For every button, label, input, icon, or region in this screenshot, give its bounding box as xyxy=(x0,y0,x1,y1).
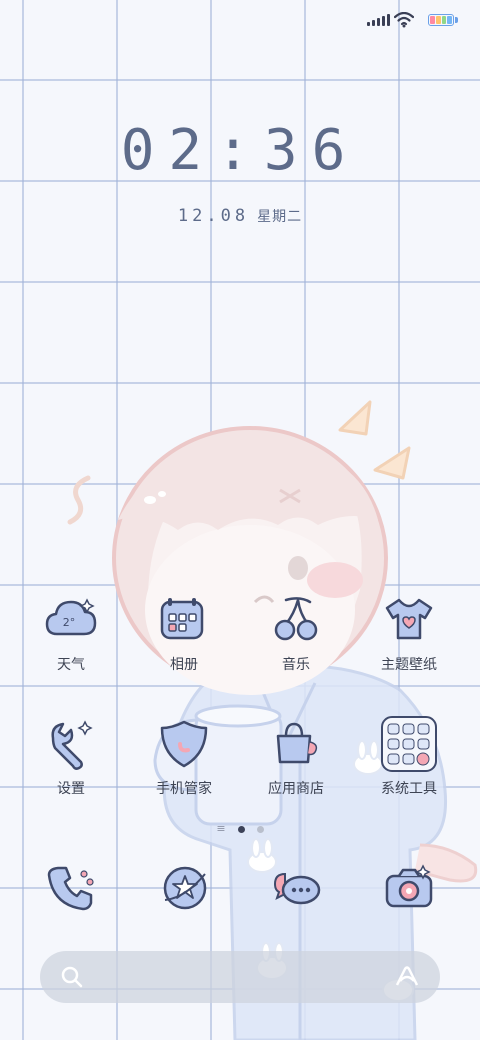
search-bar[interactable] xyxy=(40,951,440,1003)
app-gallery[interactable]: 相册 xyxy=(134,592,234,674)
music-cherry-icon xyxy=(274,597,318,641)
app-phone-manager[interactable]: 手机管家 xyxy=(134,716,234,798)
app-label: 设置 xyxy=(57,781,85,797)
app-label: 天气 xyxy=(57,657,85,673)
app-label: 相册 xyxy=(170,657,198,673)
page-dot[interactable] xyxy=(256,825,264,833)
battery-tip xyxy=(455,17,458,23)
assistant-icon[interactable] xyxy=(394,965,420,989)
app-label: 手机管家 xyxy=(156,781,212,797)
app-system-tools-folder[interactable]: 系统工具 xyxy=(359,716,459,798)
weekday-text: 星期二 xyxy=(257,209,303,225)
theme-shirt-icon xyxy=(385,598,433,640)
signal-bars-icon xyxy=(367,14,390,26)
settings-wrench-icon xyxy=(51,720,93,770)
security-shield-icon xyxy=(160,720,208,768)
app-store[interactable]: 应用商店 xyxy=(246,716,346,798)
battery-icon xyxy=(428,14,454,26)
app-music[interactable]: 音乐 xyxy=(246,592,346,674)
weather-temp: 2° xyxy=(63,616,76,629)
clock-date[interactable]: 12.08 星期二 xyxy=(0,206,480,226)
wifi-icon xyxy=(394,12,414,28)
app-store-bag-icon xyxy=(276,722,318,764)
app-theme[interactable]: 主题壁纸 xyxy=(359,592,459,674)
dock-phone[interactable] xyxy=(37,860,107,920)
dock-browser[interactable] xyxy=(150,860,220,920)
status-bar xyxy=(0,0,480,40)
dock-camera[interactable] xyxy=(374,860,444,920)
app-weather[interactable]: 2° 天气 xyxy=(21,592,121,674)
app-label: 音乐 xyxy=(282,657,310,673)
page-indicator[interactable]: ≡ xyxy=(0,823,480,834)
messages-icon xyxy=(273,872,321,905)
app-label: 系统工具 xyxy=(381,781,437,797)
app-settings[interactable]: 设置 xyxy=(21,716,121,798)
search-icon[interactable] xyxy=(60,965,84,989)
weather-cloud-icon: 2° xyxy=(45,598,97,636)
date-text: 12.08 xyxy=(177,206,250,226)
browser-star-icon xyxy=(163,866,207,910)
app-label: 主题壁纸 xyxy=(381,657,437,673)
system-tools-folder-icon xyxy=(381,716,437,772)
page-menu-icon[interactable]: ≡ xyxy=(216,823,225,834)
clock-time[interactable]: 02:36 xyxy=(0,118,480,183)
app-label: 应用商店 xyxy=(268,781,324,797)
dock-messages[interactable] xyxy=(262,860,332,920)
gallery-icon xyxy=(160,598,204,640)
camera-icon xyxy=(385,864,433,908)
phone-icon xyxy=(47,866,94,911)
page-dot-active[interactable] xyxy=(237,825,245,833)
